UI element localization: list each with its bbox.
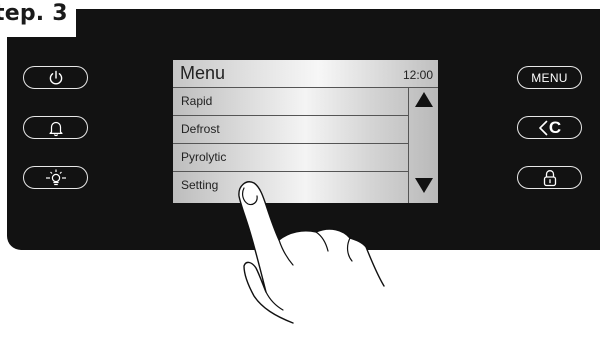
menu-button-label: MENU — [531, 70, 568, 85]
menu-button[interactable]: MENU — [517, 66, 582, 89]
power-icon — [48, 70, 64, 86]
scroll-up-button[interactable] — [412, 89, 436, 109]
oven-light-icon — [45, 169, 67, 187]
back-button-label: C — [548, 118, 562, 137]
menu-item-pyrolytic[interactable]: Pyrolytic — [173, 144, 408, 172]
scrollbar[interactable] — [408, 88, 438, 203]
menu-item-rapid[interactable]: Rapid — [173, 88, 408, 116]
lock-icon — [542, 169, 558, 187]
chevron-left-icon — [538, 120, 548, 136]
display-screen: Menu 12:00 Rapid Defrost Pyrolytic Setti… — [173, 60, 438, 203]
lock-button[interactable] — [517, 166, 582, 189]
bell-icon — [47, 119, 65, 137]
back-button[interactable]: C — [517, 116, 582, 139]
menu-item-label: Rapid — [181, 94, 213, 108]
step-label-text: tep. 3 — [0, 1, 68, 26]
scroll-down-button[interactable] — [412, 175, 436, 195]
menu-item-defrost[interactable]: Defrost — [173, 116, 408, 144]
alarm-button[interactable] — [23, 116, 88, 139]
light-button[interactable] — [23, 166, 88, 189]
screen-title: Menu — [180, 63, 226, 83]
step-label: tep. 3 — [0, 0, 76, 37]
power-button[interactable] — [23, 66, 88, 89]
oven-control-illustration: tep. 3 MENU C Menu 12:00 Rapid Defrost P… — [0, 0, 600, 343]
menu-item-setting[interactable]: Setting — [173, 172, 408, 200]
menu-item-label: Pyrolytic — [181, 150, 227, 164]
clock-display: 12:00 — [402, 68, 433, 82]
menu-item-label: Defrost — [181, 122, 220, 136]
menu-item-label: Setting — [181, 178, 219, 192]
triangle-down-icon — [414, 177, 434, 194]
triangle-up-icon — [414, 91, 434, 108]
screen-header: Menu 12:00 — [173, 60, 438, 88]
